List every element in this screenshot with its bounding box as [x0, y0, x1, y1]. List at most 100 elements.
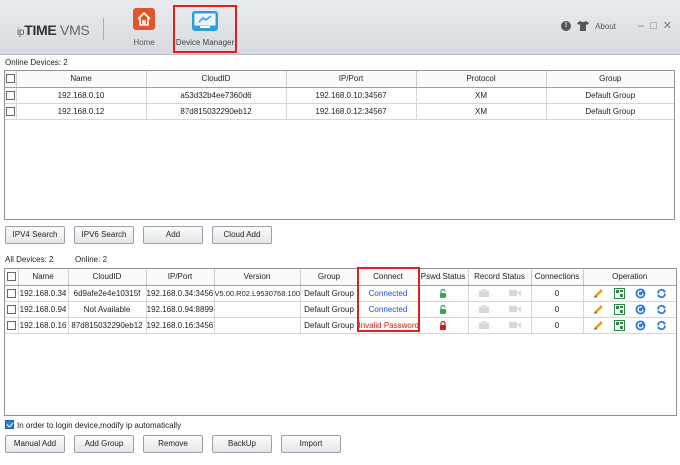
remote-config-icon[interactable]: [613, 287, 625, 299]
auto-modify-ip-label: In order to login device,modify ip autom…: [17, 421, 182, 430]
table-row[interactable]: 192.168.0.16 87d815032290eb12 192.168.0.…: [5, 317, 676, 334]
all-col-pswd-status[interactable]: Pswd Status: [418, 269, 469, 286]
online-devices-count: Online Devices: 2: [5, 58, 68, 67]
all-col-connections[interactable]: Connections: [531, 269, 584, 286]
add-button[interactable]: Add: [143, 226, 203, 244]
device-version: [214, 317, 301, 334]
record-disabled-icon: [479, 288, 490, 297]
pswd-status: [418, 317, 469, 334]
pswd-status: [418, 301, 469, 318]
tshirt-icon[interactable]: [577, 21, 590, 31]
device-name: 192.168.0.34: [18, 285, 69, 302]
edit-icon[interactable]: [593, 320, 604, 331]
all-col-version[interactable]: Version: [214, 269, 301, 286]
close-button[interactable]: ✕: [663, 21, 672, 32]
about-link[interactable]: About: [595, 22, 616, 31]
nav-device-manager-label: Device Manager: [175, 38, 235, 47]
remote-config-icon[interactable]: [613, 319, 625, 331]
row-checkbox[interactable]: [6, 320, 16, 330]
operation-cell: [583, 301, 676, 318]
cloud-add-button[interactable]: Cloud Add: [212, 226, 272, 244]
device-version: V5.00.R02.L9530768.100: [214, 285, 301, 302]
device-protocol: XM: [416, 87, 547, 104]
device-cloudid: 87d815032290eb12: [146, 103, 287, 120]
nav-home-button[interactable]: Home: [128, 5, 160, 53]
manual-add-button[interactable]: Manual Add: [5, 435, 65, 453]
video-disabled-icon: [508, 322, 521, 329]
refresh-icon[interactable]: [656, 288, 667, 299]
edit-icon[interactable]: [593, 288, 604, 299]
remove-button[interactable]: Remove: [143, 435, 203, 453]
row-checkbox[interactable]: [6, 304, 16, 314]
all-col-group[interactable]: Group: [300, 269, 359, 286]
maximize-button[interactable]: □: [650, 21, 657, 32]
online-count: Online: 2: [75, 255, 108, 264]
online-col-ipport[interactable]: IP/Port: [286, 71, 417, 88]
remote-config-icon[interactable]: [613, 303, 625, 315]
auto-modify-ip-checkbox[interactable]: [5, 420, 14, 429]
logo-divider: [103, 18, 104, 40]
video-disabled-icon: [508, 306, 521, 313]
row-checkbox[interactable]: [6, 288, 16, 298]
online-col-cloudid[interactable]: CloudID: [146, 71, 287, 88]
ipv4-search-button[interactable]: IPV4 Search: [5, 226, 65, 244]
add-group-button[interactable]: Add Group: [74, 435, 134, 453]
online-select-all[interactable]: [5, 71, 17, 88]
device-protocol: XM: [416, 103, 547, 120]
upgrade-icon[interactable]: [635, 304, 646, 315]
connect-column-highlight: [357, 267, 420, 332]
record-status: [468, 301, 532, 318]
all-col-cloudid[interactable]: CloudID: [68, 269, 147, 286]
all-col-name[interactable]: Name: [18, 269, 69, 286]
connections-count: 0: [531, 285, 584, 302]
all-col-record-status[interactable]: Record Status: [468, 269, 532, 286]
upgrade-icon[interactable]: [635, 288, 646, 299]
all-table-header: Name CloudID IP/Port Version Group Conne…: [5, 269, 676, 286]
app-logo: ipTIME VMS: [17, 22, 90, 38]
title-bar: ipTIME VMS Home Device Manager ! About –…: [0, 0, 680, 55]
record-disabled-icon: [479, 320, 490, 329]
device-name: 192.168.0.12: [16, 103, 147, 120]
row-checkbox[interactable]: [5, 106, 15, 116]
online-col-group[interactable]: Group: [546, 71, 674, 88]
refresh-icon[interactable]: [656, 304, 667, 315]
operation-cell: [583, 285, 676, 302]
edit-icon[interactable]: [593, 304, 604, 315]
table-row[interactable]: 192.168.0.94 Not Available 192.168.0.94:…: [5, 301, 676, 318]
device-name: 192.168.0.10: [16, 87, 147, 104]
backup-button[interactable]: BackUp: [212, 435, 272, 453]
connections-count: 0: [531, 317, 584, 334]
nav-device-manager-button[interactable]: Device Manager: [173, 5, 237, 53]
online-col-protocol[interactable]: Protocol: [416, 71, 547, 88]
device-name: 192.168.0.94: [18, 301, 69, 318]
minimize-button[interactable]: –: [638, 21, 644, 32]
all-col-operation[interactable]: Operation: [583, 269, 676, 286]
import-button[interactable]: Import: [281, 435, 341, 453]
unlocked-icon: [440, 304, 446, 314]
ipv6-search-button[interactable]: IPV6 Search: [74, 226, 134, 244]
all-select-all[interactable]: [5, 269, 19, 286]
row-checkbox[interactable]: [5, 90, 15, 100]
device-cloudid: 6d9afe2e4e10315f: [68, 285, 147, 302]
home-icon: [133, 8, 155, 30]
all-col-ipport[interactable]: IP/Port: [146, 269, 215, 286]
device-group: Default Group: [300, 301, 359, 318]
device-group: Default Group: [300, 317, 359, 334]
online-col-name[interactable]: Name: [16, 71, 147, 88]
refresh-icon[interactable]: [656, 320, 667, 331]
device-ipport: 192.168.0.12:34567: [286, 103, 417, 120]
online-devices-table: Name CloudID IP/Port Protocol Group 192.…: [4, 70, 675, 220]
all-devices-count: All Devices: 2: [5, 255, 54, 264]
info-icon[interactable]: !: [561, 21, 572, 31]
logo-time: TIME: [24, 22, 57, 38]
table-row[interactable]: 192.168.0.10 a53d32b4ee7360d6 192.168.0.…: [5, 87, 674, 104]
device-cloudid: Not Available: [68, 301, 147, 318]
checkbox[interactable]: [5, 74, 15, 84]
device-group: Default Group: [300, 285, 359, 302]
logo-vms: VMS: [56, 22, 90, 38]
upgrade-icon[interactable]: [635, 320, 646, 331]
table-row[interactable]: 192.168.0.12 87d815032290eb12 192.168.0.…: [5, 103, 674, 120]
device-cloudid: 87d815032290eb12: [68, 317, 147, 334]
checkbox[interactable]: [6, 272, 16, 282]
table-row[interactable]: 192.168.0.34 6d9afe2e4e10315f 192.168.0.…: [5, 285, 676, 302]
